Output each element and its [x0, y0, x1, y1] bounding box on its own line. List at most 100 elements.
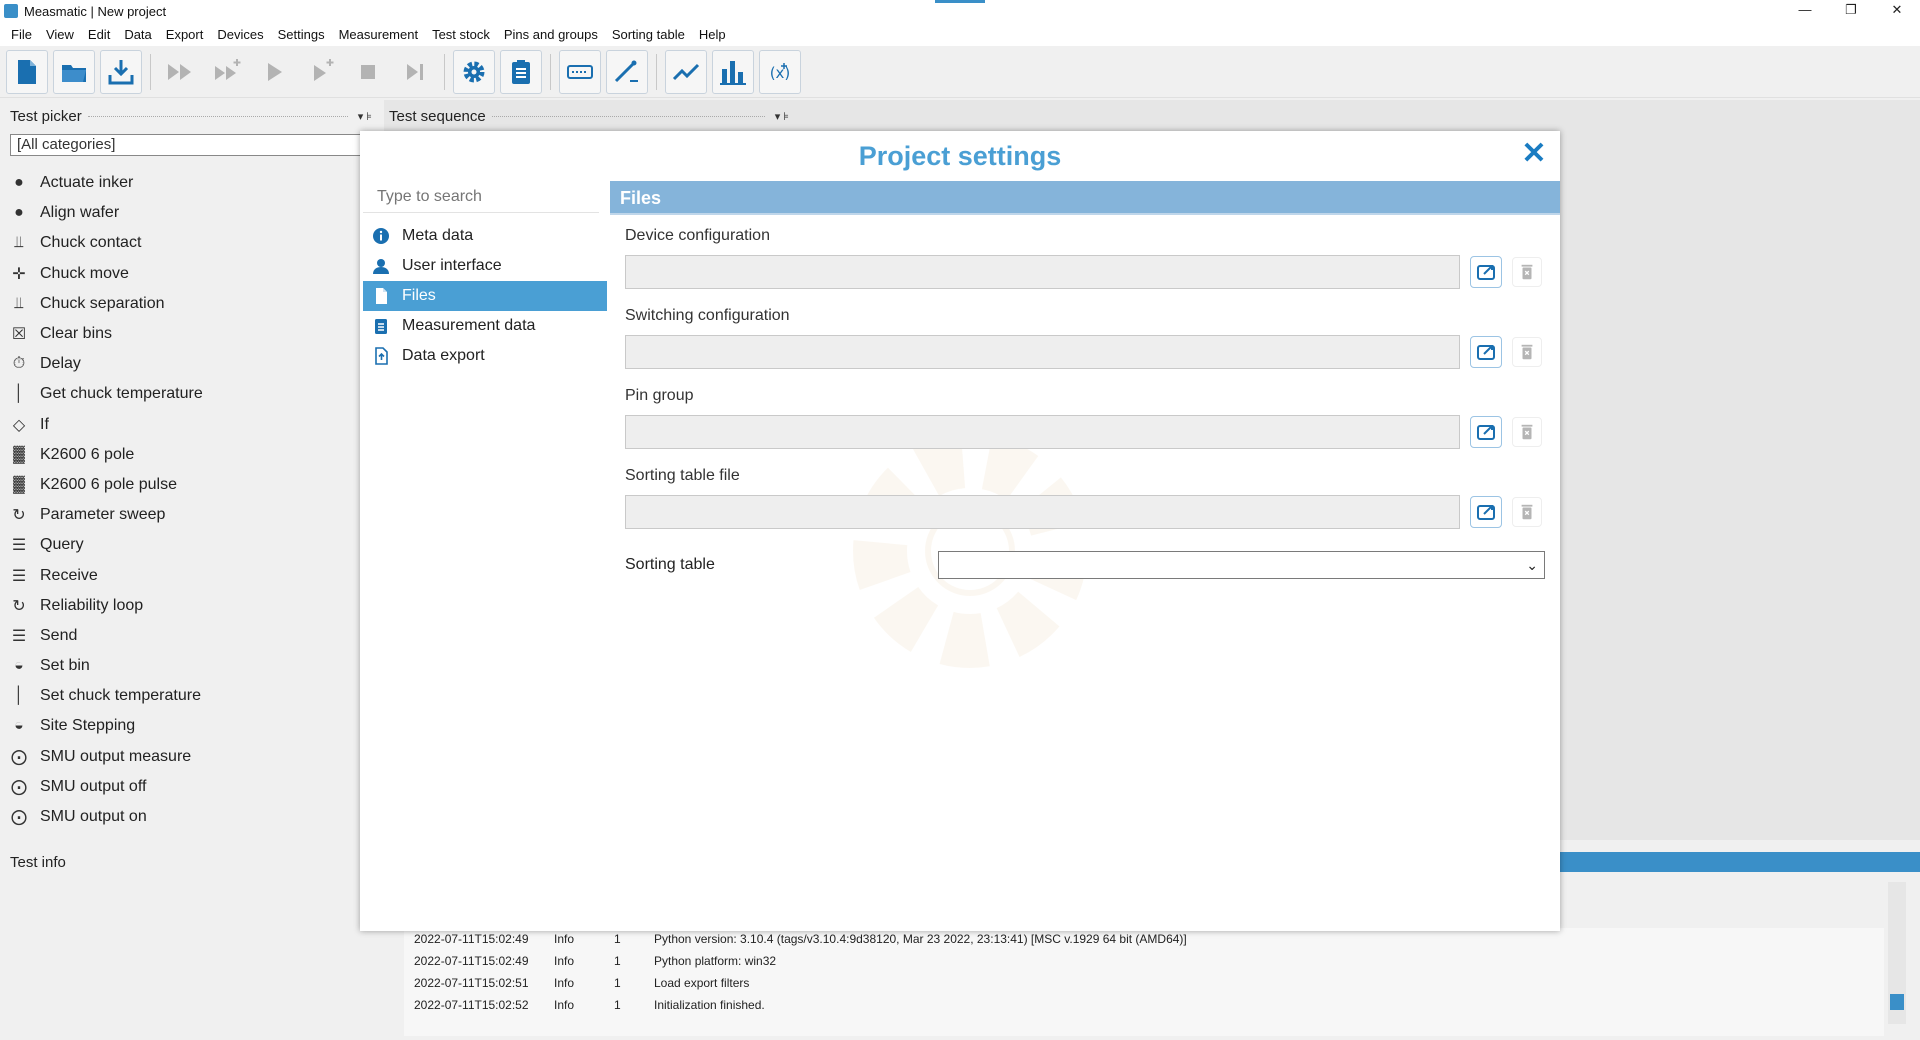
formula-button[interactable]: (x)	[759, 49, 801, 94]
test-list-item[interactable]: ☰ Receive	[8, 560, 362, 590]
test-list-item[interactable]: │ Get chuck temperature	[8, 379, 362, 409]
nav-item-data-export[interactable]: Data export	[363, 341, 607, 371]
category-select[interactable]: [All categories]	[10, 134, 362, 156]
stop-button[interactable]	[347, 50, 389, 94]
nav-item-measurement-data[interactable]: Measurement data	[363, 311, 607, 341]
close-window-button[interactable]: ✕	[1874, 0, 1920, 22]
smu-icon: ⨀	[11, 809, 27, 827]
test-list-item[interactable]: ⨀ SMU output on	[8, 802, 362, 832]
query-terminal-icon: ☰	[11, 537, 27, 555]
stop-icon	[361, 64, 375, 79]
close-icon[interactable]: ✕	[1520, 139, 1548, 169]
log-row[interactable]: 2022-07-11T15:02:49 Info 1 Python platform:…	[404, 950, 1884, 972]
test-list-item[interactable]: ▓ K2600 6 pole	[8, 440, 362, 470]
test-list-item[interactable]: ☒ Clear bins	[8, 319, 362, 349]
save-project-button[interactable]	[100, 49, 142, 94]
test-list-item[interactable]: ◒ Set bin	[8, 651, 362, 681]
settings-search-input[interactable]	[363, 181, 599, 213]
menu-settings[interactable]: Settings	[271, 27, 332, 42]
skip-button[interactable]	[394, 50, 436, 94]
svg-text:(x): (x)	[770, 64, 791, 82]
clear-pin-group-button[interactable]	[1512, 417, 1542, 447]
terminal-button[interactable]	[559, 49, 601, 94]
test-list-item[interactable]: ⨀ SMU output off	[8, 772, 362, 802]
browse-device-configuration-button[interactable]	[1470, 256, 1502, 288]
probe-button[interactable]	[606, 49, 648, 94]
trash-icon	[1521, 504, 1533, 520]
test-list-item[interactable]: ◒ Site Stepping	[8, 711, 362, 741]
run-button[interactable]	[253, 50, 295, 94]
test-list-item[interactable]: ● Actuate inker	[8, 168, 362, 198]
clear-switching-configuration-button[interactable]	[1512, 337, 1542, 367]
test-list-item[interactable]: ✛ Chuck move	[8, 259, 362, 289]
test-list-item[interactable]: │ Set chuck temperature	[8, 681, 362, 711]
test-list-item[interactable]: ⨀ SMU output measure	[8, 742, 362, 772]
clear-sorting-table-file-button[interactable]	[1512, 497, 1542, 527]
test-list-item[interactable]: ⏱ Delay	[8, 349, 362, 379]
open-project-button[interactable]	[53, 49, 95, 94]
menu-sorting-table[interactable]: Sorting table	[605, 27, 692, 42]
test-list-item[interactable]: ▓ K2600 6 pole pulse	[8, 470, 362, 500]
send-terminal-icon: ☰	[11, 627, 27, 645]
menu-data[interactable]: Data	[117, 27, 158, 42]
bar-chart-button[interactable]	[712, 49, 754, 94]
line-chart-button[interactable]	[665, 49, 707, 94]
browse-switching-configuration-button[interactable]	[1470, 336, 1502, 368]
toolbar-separator	[444, 53, 445, 90]
pin-group-field[interactable]	[625, 415, 1460, 449]
test-list-item[interactable]: ⫫ Chuck separation	[8, 289, 362, 319]
nav-item-user-interface[interactable]: User interface	[363, 251, 607, 281]
test-list-item[interactable]: ☰ Send	[8, 621, 362, 651]
pin-icon[interactable]: ▾ ⊧	[358, 110, 372, 123]
toolbar-separator	[550, 53, 551, 90]
test-list-item[interactable]: ● Align wafer	[8, 198, 362, 228]
log-row[interactable]: 2022-07-11T15:02:51 Info 1 Load export filt…	[404, 972, 1884, 994]
menu-devices[interactable]: Devices	[210, 27, 270, 42]
menu-view[interactable]: View	[39, 27, 81, 42]
sorting-table-file-field[interactable]	[625, 495, 1460, 529]
test-list-item[interactable]: ☰ Query	[8, 530, 362, 560]
test-list-item[interactable]: ◇ If	[8, 410, 362, 440]
browse-pin-group-button[interactable]	[1470, 416, 1502, 448]
log-row[interactable]: 2022-07-11T15:02:49 Info 1 Python version: …	[404, 928, 1884, 950]
nav-item-files[interactable]: Files	[363, 281, 607, 311]
test-list-item-label: Chuck contact	[40, 234, 142, 252]
test-list-item[interactable]: ↻ Parameter sweep	[8, 500, 362, 530]
browse-folder-icon	[1477, 345, 1495, 360]
menu-edit[interactable]: Edit	[81, 27, 117, 42]
log-cell-level: Info	[554, 998, 575, 1012]
test-picker-title: Test picker	[10, 107, 82, 125]
run-all-new-button[interactable]	[206, 50, 248, 94]
restore-button[interactable]: ❐	[1828, 0, 1874, 22]
test-picker-header: Test picker ▾ ⊧	[10, 106, 372, 126]
project-settings-button[interactable]	[500, 49, 542, 94]
sorting-table-label: Sorting table	[625, 556, 715, 573]
menu-pins-and-groups[interactable]: Pins and groups	[497, 27, 605, 42]
log-scroll-thumb[interactable]	[1890, 994, 1904, 1010]
run-new-button[interactable]	[300, 50, 342, 94]
test-list-item[interactable]: ⫫ Chuck contact	[8, 228, 362, 258]
menu-help[interactable]: Help	[692, 27, 733, 42]
menu-test-stock[interactable]: Test stock	[425, 27, 497, 42]
test-list-item[interactable]: ↻ Reliability loop	[8, 591, 362, 621]
switching-configuration-field[interactable]	[625, 335, 1460, 369]
browse-sorting-table-file-button[interactable]	[1470, 496, 1502, 528]
menu-file[interactable]: File	[4, 27, 39, 42]
pin-icon[interactable]: ▾ ⊧	[775, 110, 789, 123]
log-scrollbar[interactable]	[1888, 882, 1906, 1024]
nav-item-label: Meta data	[402, 227, 474, 244]
move-arrows-icon: ✛	[12, 265, 26, 283]
sorting-table-select[interactable]: ⌄	[938, 551, 1545, 579]
menu-measurement[interactable]: Measurement	[332, 27, 425, 42]
device-configuration-field[interactable]	[625, 255, 1460, 289]
test-list-item-label: Receive	[40, 566, 98, 584]
new-project-button[interactable]	[6, 49, 48, 94]
minimize-button[interactable]: —	[1782, 0, 1828, 22]
settings-button[interactable]	[453, 49, 495, 94]
run-all-button[interactable]	[159, 50, 201, 94]
chuck-contact-icon: ⫫	[14, 234, 24, 252]
nav-item-meta-data[interactable]: Meta data	[363, 221, 607, 251]
menu-export[interactable]: Export	[159, 27, 211, 42]
log-row[interactable]: 2022-07-11T15:02:52 Info 1 Initialization f…	[404, 994, 1884, 1016]
clear-device-configuration-button[interactable]	[1512, 257, 1542, 287]
